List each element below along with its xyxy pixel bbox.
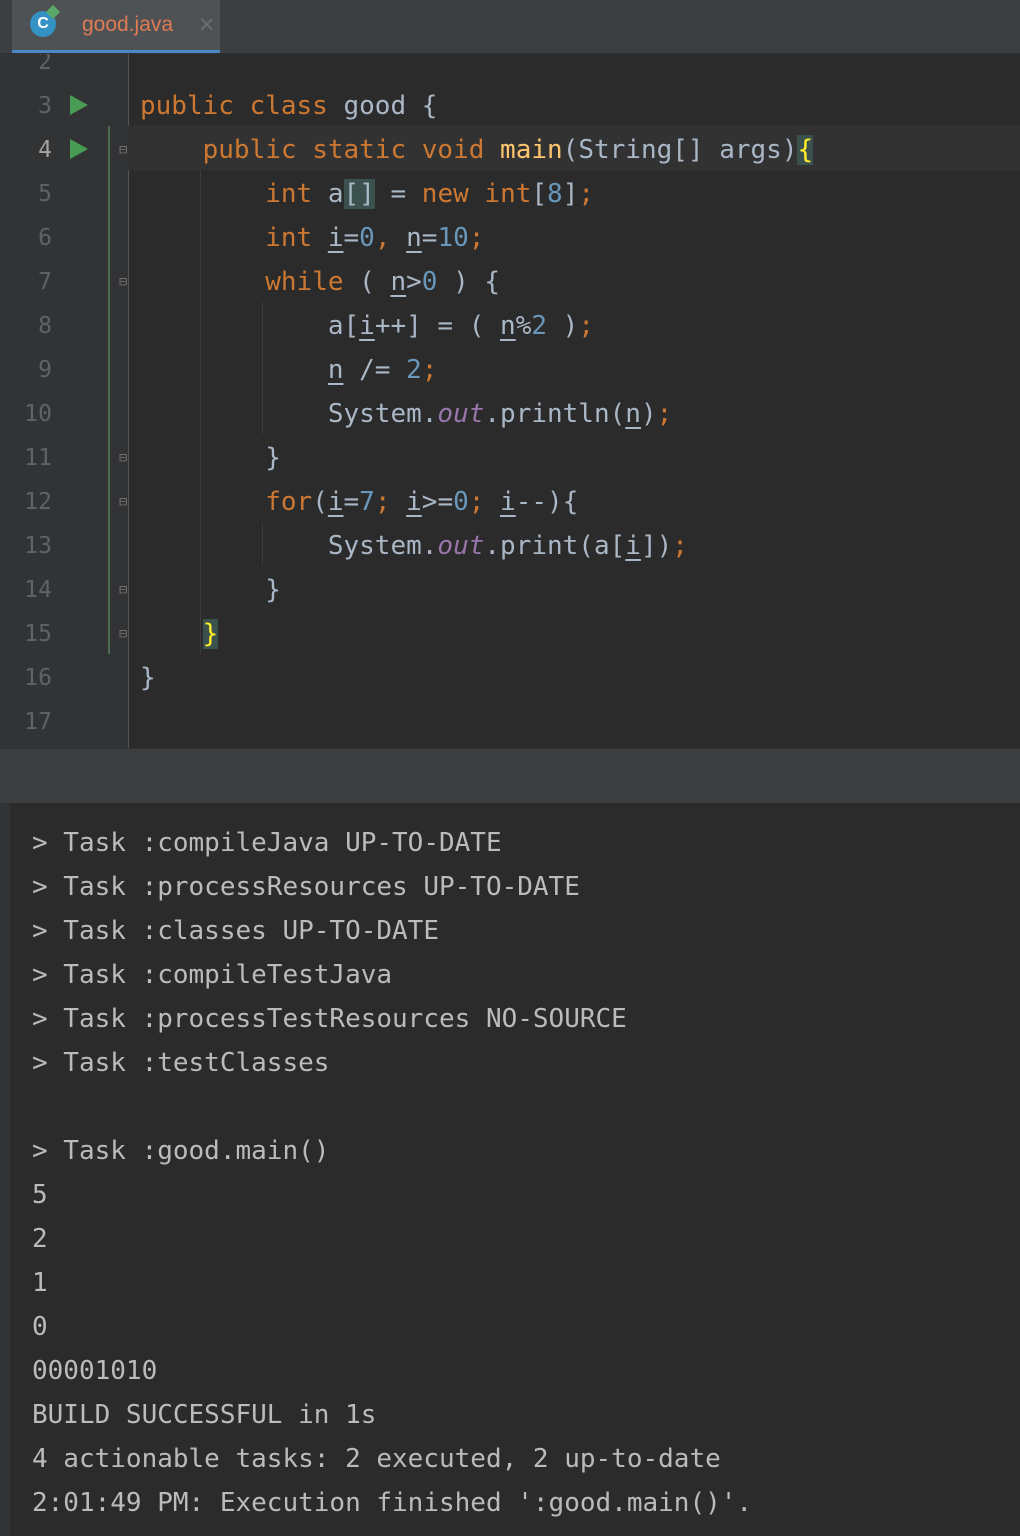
fold-marker-icon[interactable]: ⊟: [119, 494, 133, 510]
line-number[interactable]: 8: [10, 304, 52, 348]
line-number[interactable]: 2: [10, 54, 52, 84]
code-text[interactable]: while ( n>0 ) {: [140, 260, 500, 304]
code-text[interactable]: }: [140, 568, 281, 612]
line-number[interactable]: 4: [10, 128, 52, 172]
line-number[interactable]: 5: [10, 172, 52, 216]
code-text[interactable]: a[i++] = ( n%2 );: [140, 304, 594, 348]
code-line: 2: [0, 54, 1020, 84]
code-line: 12 ⊟ for(i=7; i>=0; i--){: [0, 480, 1020, 524]
fold-marker-icon[interactable]: ⊟: [119, 142, 133, 158]
line-number[interactable]: 10: [10, 392, 52, 436]
fold-marker-icon[interactable]: ⊟: [119, 274, 133, 290]
console-line[interactable]: > Task :compileTestJava: [32, 953, 392, 997]
code-line: 7 ⊟ while ( n>0 ) {: [0, 260, 1020, 304]
console-line[interactable]: 4 actionable tasks: 2 executed, 2 up-to-…: [32, 1437, 721, 1481]
run-gutter-icon[interactable]: [70, 95, 88, 115]
code-line: 4 ⊟ public static void main(String[] arg…: [0, 128, 1020, 172]
line-number[interactable]: 17: [10, 700, 52, 744]
code-text[interactable]: n /= 2;: [140, 348, 438, 392]
line-number[interactable]: 12: [10, 480, 52, 524]
code-text[interactable]: }: [140, 656, 156, 700]
tab-title: good.java: [82, 13, 174, 36]
console-line[interactable]: > Task :testClasses: [32, 1041, 329, 1085]
console-line[interactable]: 0: [32, 1305, 48, 1349]
console-line[interactable]: BUILD SUCCESSFUL in 1s: [32, 1393, 376, 1437]
line-number[interactable]: 6: [10, 216, 52, 260]
line-number[interactable]: 13: [10, 524, 52, 568]
line-number[interactable]: 7: [10, 260, 52, 304]
editor-tab-bar: C good.java ×: [0, 0, 1020, 54]
code-line: 16 }: [0, 656, 1020, 700]
line-number[interactable]: 11: [10, 436, 52, 480]
code-line: 14 ⊟ }: [0, 568, 1020, 612]
code-line: 5 int a[] = new int[8];: [0, 172, 1020, 216]
tool-window-header[interactable]: [0, 748, 1020, 804]
code-text[interactable]: int i=0, n=10;: [140, 216, 484, 260]
code-text[interactable]: }: [140, 612, 219, 656]
line-number[interactable]: 14: [10, 568, 52, 612]
console-line[interactable]: 5: [32, 1173, 48, 1217]
line-number[interactable]: 3: [10, 84, 52, 128]
code-line: 17: [0, 700, 1020, 744]
fold-marker-icon[interactable]: ⊟: [119, 626, 133, 642]
console-line[interactable]: 00001010: [32, 1349, 157, 1393]
code-text[interactable]: public static void main(String[] args){: [140, 128, 814, 172]
line-number[interactable]: 16: [10, 656, 52, 700]
code-text[interactable]: }: [140, 436, 281, 480]
console-line[interactable]: > Task :processTestResources NO-SOURCE: [32, 997, 627, 1041]
code-text[interactable]: System.out.println(n);: [140, 392, 672, 436]
code-text[interactable]: int a[] = new int[8];: [140, 172, 594, 216]
fold-marker-icon[interactable]: ⊟: [119, 582, 133, 598]
close-icon[interactable]: ×: [198, 12, 216, 36]
console-left-strip: [0, 803, 10, 1536]
fold-marker-icon[interactable]: ⊟: [119, 450, 133, 466]
console-line[interactable]: > Task :compileJava UP-TO-DATE: [32, 821, 502, 865]
code-line: 3 public class good {: [0, 84, 1020, 128]
code-text[interactable]: System.out.print(a[i]);: [140, 524, 688, 568]
code-line: 11 ⊟ }: [0, 436, 1020, 480]
run-console[interactable]: > Task :compileJava UP-TO-DATE > Task :p…: [0, 803, 1020, 1536]
line-number[interactable]: 15: [10, 612, 52, 656]
code-text[interactable]: public class good {: [140, 84, 437, 128]
code-text[interactable]: for(i=7; i>=0; i--){: [140, 480, 578, 524]
code-line: 15 ⊟ }: [0, 612, 1020, 656]
console-line[interactable]: > Task :processResources UP-TO-DATE: [32, 865, 580, 909]
code-line: 9 n /= 2;: [0, 348, 1020, 392]
console-line[interactable]: 2: [32, 1217, 48, 1261]
tab-good-java[interactable]: C good.java ×: [12, 0, 220, 53]
code-editor[interactable]: 2 3 public class good { 4 ⊟ public stati…: [0, 54, 1020, 748]
code-line: 6 int i=0, n=10;: [0, 216, 1020, 260]
run-gutter-icon[interactable]: [70, 139, 88, 159]
console-line[interactable]: 1: [32, 1261, 48, 1305]
console-line[interactable]: > Task :classes UP-TO-DATE: [32, 909, 439, 953]
console-line[interactable]: 2:01:49 PM: Execution finished ':good.ma…: [32, 1481, 752, 1525]
code-line: 10 System.out.println(n);: [0, 392, 1020, 436]
code-line: 13 System.out.print(a[i]);: [0, 524, 1020, 568]
console-line[interactable]: > Task :good.main(): [32, 1129, 329, 1173]
code-line: 8 a[i++] = ( n%2 );: [0, 304, 1020, 348]
line-number[interactable]: 9: [10, 348, 52, 392]
